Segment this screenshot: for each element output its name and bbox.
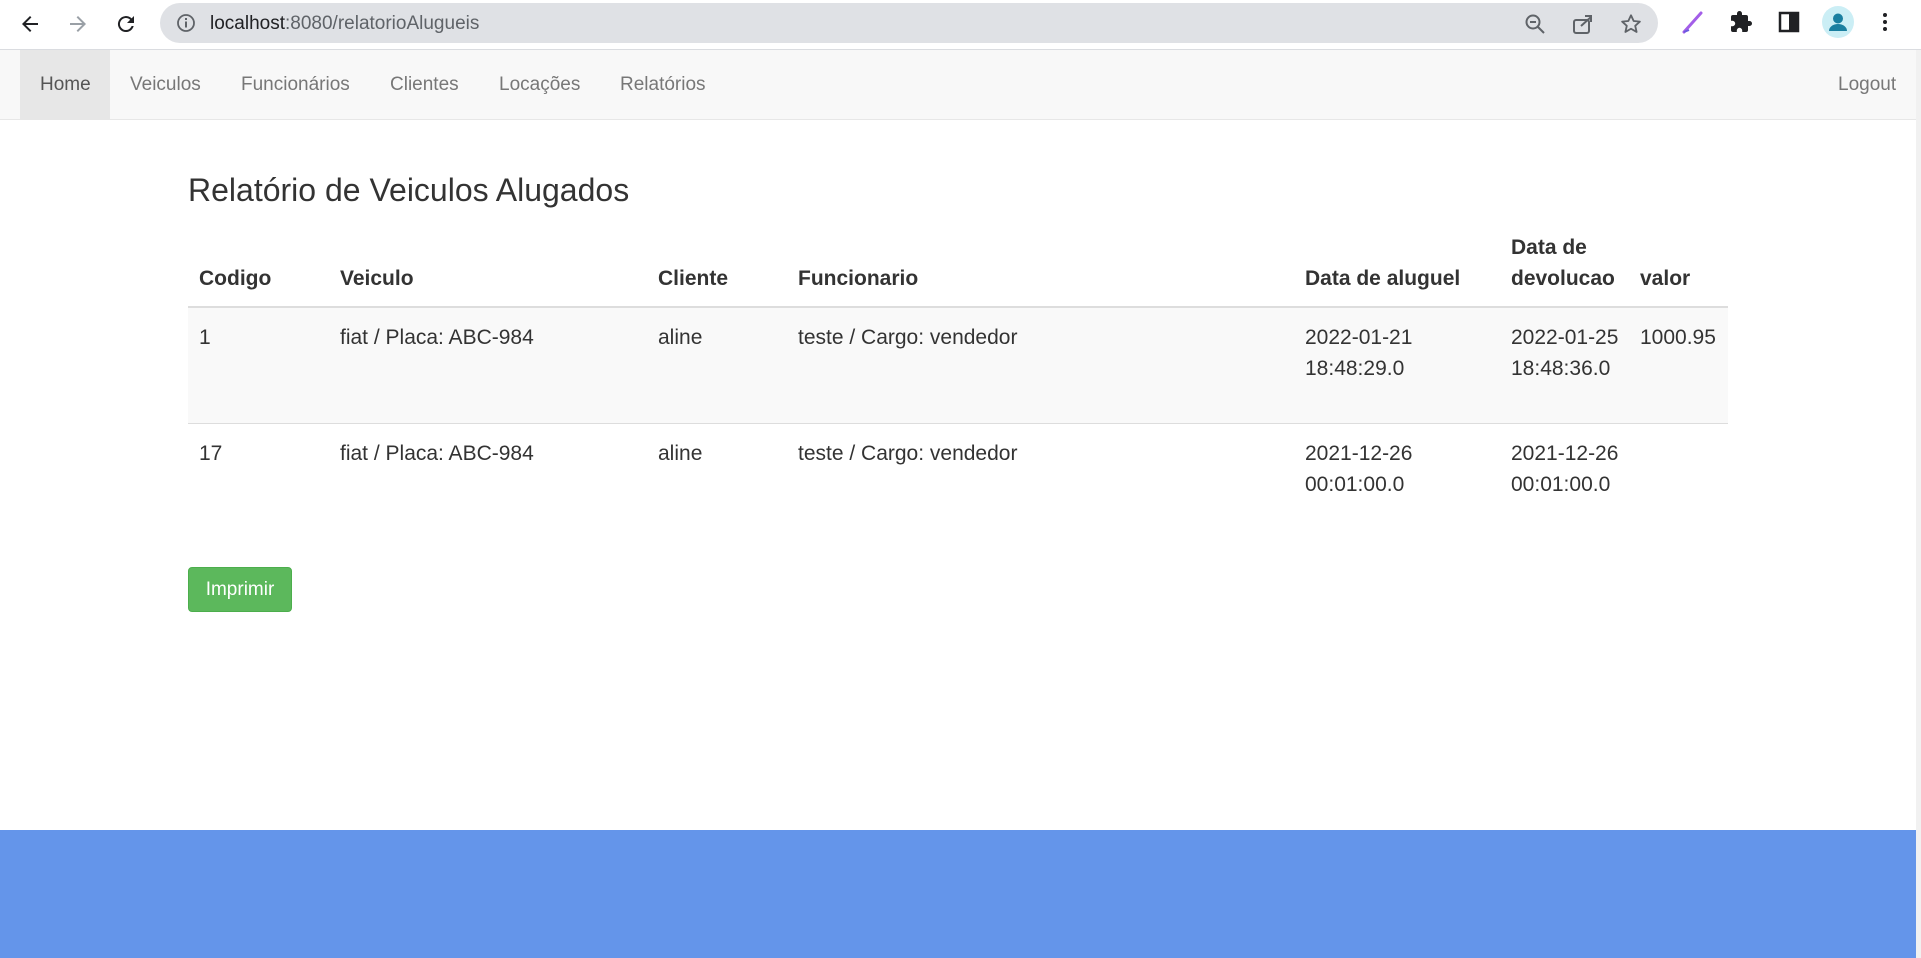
cell-data-aluguel: 2022-01-21 18:48:29.0 bbox=[1305, 326, 1413, 380]
table-header: Codigo Veiculo Cliente Funcionario Data … bbox=[188, 228, 1728, 308]
header-data-aluguel: Data de aluguel bbox=[1305, 267, 1461, 290]
nav-clientes[interactable]: Clientes bbox=[370, 50, 479, 119]
header-valor: valor bbox=[1640, 267, 1691, 290]
page-footer bbox=[0, 830, 1916, 958]
table-row: 1 fiat / Placa: ABC-984 aline teste / Ca… bbox=[188, 308, 1728, 424]
print-button[interactable]: Imprimir bbox=[188, 567, 292, 612]
sidebar-icon[interactable] bbox=[1776, 9, 1802, 35]
scrollbar[interactable] bbox=[1916, 50, 1921, 958]
nav-funcionarios[interactable]: Funcionários bbox=[221, 50, 370, 119]
cell-cliente: aline bbox=[658, 442, 703, 465]
cell-data-devolucao: 2021-12-26 00:01:00.0 bbox=[1511, 442, 1619, 496]
header-codigo: Codigo bbox=[199, 267, 272, 290]
rentals-table: Codigo Veiculo Cliente Funcionario Data … bbox=[188, 228, 1728, 540]
share-icon[interactable] bbox=[1572, 13, 1594, 35]
table-row: 17 fiat / Placa: ABC-984 aline teste / C… bbox=[188, 424, 1728, 540]
url-host: localhost bbox=[210, 13, 285, 34]
cell-funcionario: teste / Cargo: vendedor bbox=[798, 326, 1018, 349]
nav-locacoes[interactable]: Locações bbox=[479, 50, 600, 119]
nav-home[interactable]: Home bbox=[20, 50, 110, 119]
nav-veiculos[interactable]: Veiculos bbox=[110, 50, 221, 119]
cell-data-aluguel: 2021-12-26 00:01:00.0 bbox=[1305, 442, 1413, 496]
main-navbar: Home Veiculos Funcionários Clientes Loca… bbox=[0, 50, 1916, 120]
cell-cliente: aline bbox=[658, 326, 703, 349]
logout-link[interactable]: Logout bbox=[1818, 50, 1916, 119]
puzzle-icon[interactable] bbox=[1728, 9, 1754, 35]
url-text: localhost:8080/relatorioAlugueis bbox=[210, 13, 479, 35]
address-bar[interactable]: localhost:8080/relatorioAlugueis bbox=[160, 3, 1658, 43]
header-cliente: Cliente bbox=[658, 267, 729, 290]
header-veiculo: Veiculo bbox=[340, 267, 414, 290]
profile-icon[interactable] bbox=[1822, 6, 1854, 38]
kebab-menu-icon[interactable] bbox=[1872, 9, 1898, 35]
cell-veiculo: fiat / Placa: ABC-984 bbox=[340, 442, 534, 465]
star-icon[interactable] bbox=[1620, 13, 1642, 35]
cell-codigo: 17 bbox=[199, 442, 223, 465]
cell-data-devolucao: 2022-01-25 18:48:36.0 bbox=[1511, 326, 1619, 380]
cell-veiculo: fiat / Placa: ABC-984 bbox=[340, 326, 534, 349]
page-title: Relatório de Veiculos Alugados bbox=[188, 172, 630, 208]
info-icon[interactable] bbox=[176, 13, 196, 38]
zoom-out-icon[interactable] bbox=[1524, 13, 1546, 35]
nav-relatorios[interactable]: Relatórios bbox=[600, 50, 726, 119]
header-data-devolucao: Data de devolucao bbox=[1511, 236, 1615, 290]
header-funcionario: Funcionario bbox=[798, 267, 919, 290]
url-path: :8080/relatorioAlugueis bbox=[285, 13, 480, 34]
pen-extension-icon[interactable] bbox=[1680, 9, 1706, 35]
back-arrow-icon[interactable] bbox=[14, 8, 46, 40]
cell-funcionario: teste / Cargo: vendedor bbox=[798, 442, 1018, 465]
cell-valor: 1000.95 bbox=[1640, 326, 1716, 349]
forward-arrow-icon[interactable] bbox=[62, 8, 94, 40]
cell-codigo: 1 bbox=[199, 326, 211, 349]
reload-icon[interactable] bbox=[110, 8, 142, 40]
browser-toolbar: localhost:8080/relatorioAlugueis bbox=[0, 0, 1921, 50]
